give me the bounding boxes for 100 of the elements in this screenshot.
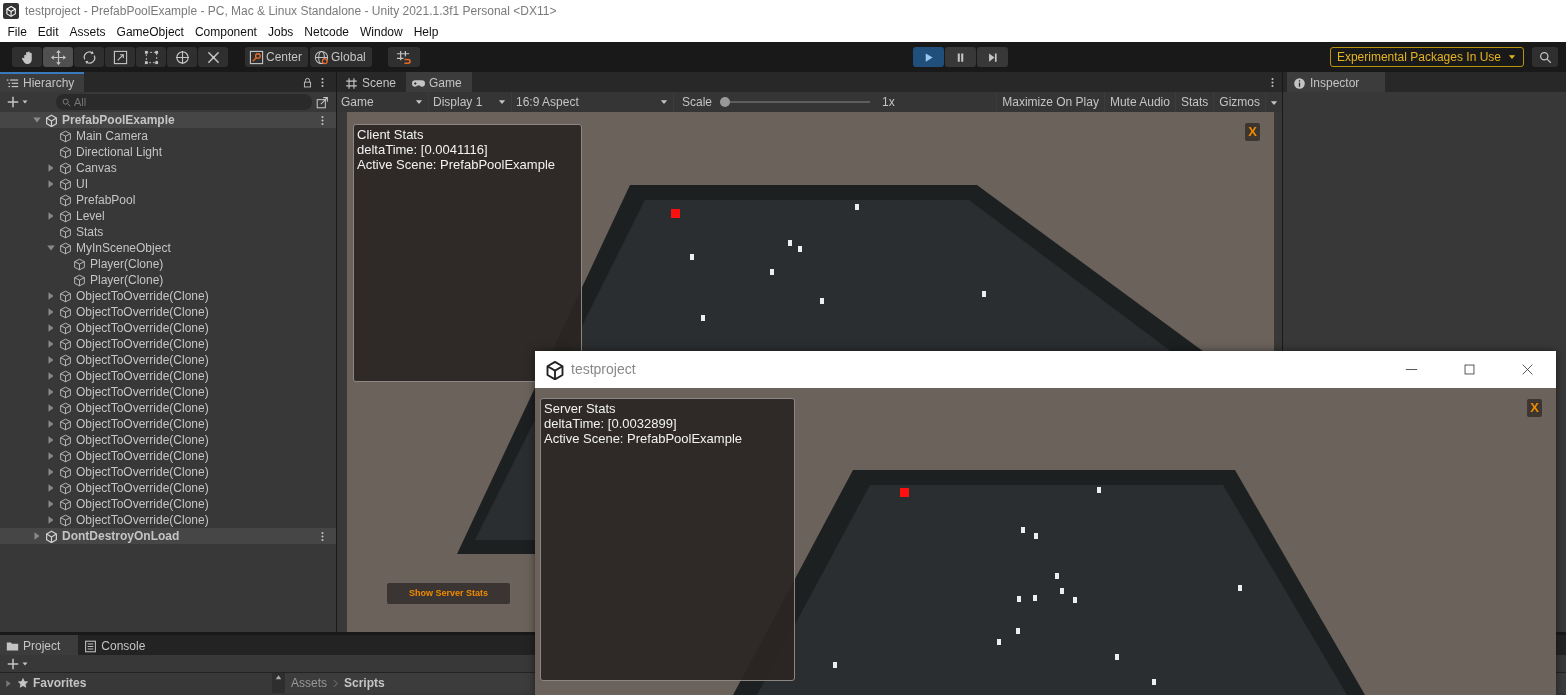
expand-arrow-icon[interactable]: [46, 371, 56, 381]
pivot-button[interactable]: Global: [310, 47, 372, 67]
tree-item[interactable]: ObjectToOverride(Clone): [76, 432, 209, 448]
tree-item[interactable]: ObjectToOverride(Clone): [76, 480, 209, 496]
menu-item[interactable]: GameObject: [111, 24, 190, 40]
close-button[interactable]: X: [1527, 399, 1542, 417]
pause-button[interactable]: [945, 47, 976, 67]
menu-item[interactable]: Help: [408, 24, 444, 40]
tree-item[interactable]: ObjectToOverride(Clone): [76, 352, 209, 368]
lock-icon: [302, 76, 313, 88]
expand-arrow-icon[interactable]: [46, 467, 56, 477]
expand-arrow-icon[interactable]: [46, 387, 56, 397]
expand-arrow-icon[interactable]: [46, 419, 56, 429]
pivot-button[interactable]: Center: [245, 47, 309, 67]
tree-item[interactable]: MyInSceneObject: [76, 240, 171, 256]
expand-arrow-icon[interactable]: [46, 307, 56, 317]
panel-tab[interactable]: Console: [78, 635, 164, 655]
breadcrumb-link[interactable]: Assets: [291, 675, 327, 691]
tool-button[interactable]: [167, 47, 197, 67]
slider-thumb[interactable]: [720, 97, 731, 107]
menu-item[interactable]: Jobs: [262, 24, 299, 40]
grid-snap-button[interactable]: [387, 47, 420, 67]
menu-item[interactable]: Window: [354, 24, 409, 40]
tree-item[interactable]: ObjectToOverride(Clone): [76, 448, 209, 464]
tree-item[interactable]: ObjectToOverride(Clone): [76, 512, 209, 528]
tree-item[interactable]: ObjectToOverride(Clone): [76, 464, 209, 480]
dropdown[interactable]: 16:9 Aspect: [512, 92, 673, 112]
scene-name[interactable]: PrefabPoolExample: [62, 112, 175, 128]
expand-arrow-icon[interactable]: [46, 163, 56, 173]
menu-item[interactable]: Edit: [32, 24, 65, 40]
menu-item[interactable]: Netcode: [298, 24, 355, 40]
tree-item[interactable]: ObjectToOverride(Clone): [76, 288, 209, 304]
tree-item[interactable]: ObjectToOverride(Clone): [76, 304, 209, 320]
cube-icon: [59, 401, 72, 415]
panel-tab[interactable]: Hierarchy: [0, 72, 85, 92]
tree-item[interactable]: PrefabPool: [76, 192, 136, 208]
panel-tab[interactable]: Inspector: [1287, 72, 1386, 92]
expand-arrow-icon[interactable]: [46, 355, 56, 365]
tree-item[interactable]: Canvas: [76, 160, 117, 176]
play-button[interactable]: [913, 47, 944, 67]
menu-item[interactable]: Assets: [64, 24, 112, 40]
step-button[interactable]: [977, 47, 1008, 67]
tree-item[interactable]: Level: [76, 208, 105, 224]
tree-item[interactable]: Player(Clone): [90, 256, 164, 272]
breadcrumb-link[interactable]: Scripts: [344, 675, 385, 691]
toggle-button[interactable]: Stats: [1175, 92, 1214, 112]
cube-icon: [59, 481, 72, 495]
scale-icon: [112, 49, 128, 65]
gizmos-menu-button[interactable]: [1266, 92, 1282, 112]
tree-item[interactable]: ObjectToOverride(Clone): [76, 496, 209, 512]
panel-tab[interactable]: Game: [406, 72, 472, 92]
tree-item[interactable]: ObjectToOverride(Clone): [76, 400, 209, 416]
dropdown[interactable]: Game: [337, 92, 428, 112]
menu-item[interactable]: File: [2, 24, 33, 40]
toggle-button[interactable]: Gizmos: [1214, 92, 1265, 112]
cube-icon: [59, 161, 72, 175]
panel-tab[interactable]: Scene: [339, 72, 407, 92]
panel-tab[interactable]: Project: [0, 635, 79, 655]
dropdown[interactable]: Display 1: [429, 92, 511, 112]
cube-icon: [59, 305, 72, 319]
tree-item[interactable]: Main Camera: [76, 128, 149, 144]
tree-item[interactable]: ObjectToOverride(Clone): [76, 320, 209, 336]
tool-button[interactable]: [12, 47, 42, 67]
tree-item[interactable]: ObjectToOverride(Clone): [76, 336, 209, 352]
hash-icon: [345, 76, 358, 90]
expand-arrow-icon[interactable]: [46, 451, 56, 461]
tool-button[interactable]: [43, 47, 73, 67]
expand-arrow-icon[interactable]: [46, 291, 56, 301]
tree-item[interactable]: ObjectToOverride(Clone): [76, 384, 209, 400]
expand-arrow-icon[interactable]: [46, 179, 56, 189]
pause-icon: [955, 51, 966, 63]
search-button[interactable]: [1532, 47, 1558, 67]
tool-button[interactable]: [105, 47, 135, 67]
tree-item[interactable]: Directional Light: [76, 144, 163, 160]
tool-button[interactable]: [198, 47, 228, 67]
expand-arrow-icon[interactable]: [46, 435, 56, 445]
expand-arrow-icon[interactable]: [46, 499, 56, 509]
toggle-button[interactable]: Mute Audio: [1104, 92, 1175, 112]
tree-item[interactable]: ObjectToOverride(Clone): [76, 416, 209, 432]
menu-item[interactable]: Component: [189, 24, 263, 40]
tree-item[interactable]: Stats: [76, 224, 104, 240]
expand-arrow-icon[interactable]: [32, 531, 42, 541]
tool-button[interactable]: [136, 47, 166, 67]
experimental-packages-button[interactable]: Experimental Packages In Use: [1329, 47, 1524, 67]
expand-arrow-icon[interactable]: [46, 323, 56, 333]
search-field[interactable]: All: [56, 94, 312, 110]
expand-arrow-icon[interactable]: [46, 515, 56, 525]
favorites-item[interactable]: Favorites: [33, 675, 87, 691]
scene-name[interactable]: DontDestroyOnLoad: [62, 528, 180, 544]
expand-arrow-icon[interactable]: [32, 115, 42, 125]
expand-arrow-icon[interactable]: [46, 403, 56, 413]
tree-item[interactable]: Player(Clone): [90, 272, 164, 288]
tree-item[interactable]: ObjectToOverride(Clone): [76, 368, 209, 384]
expand-arrow-icon[interactable]: [46, 339, 56, 349]
expand-arrow-icon[interactable]: [46, 211, 56, 221]
expand-arrow-icon[interactable]: [46, 243, 56, 253]
expand-arrow-icon[interactable]: [46, 483, 56, 493]
toggle-button[interactable]: Maximize On Play: [997, 92, 1104, 112]
tool-button[interactable]: [74, 47, 104, 67]
tree-item[interactable]: UI: [76, 176, 88, 192]
